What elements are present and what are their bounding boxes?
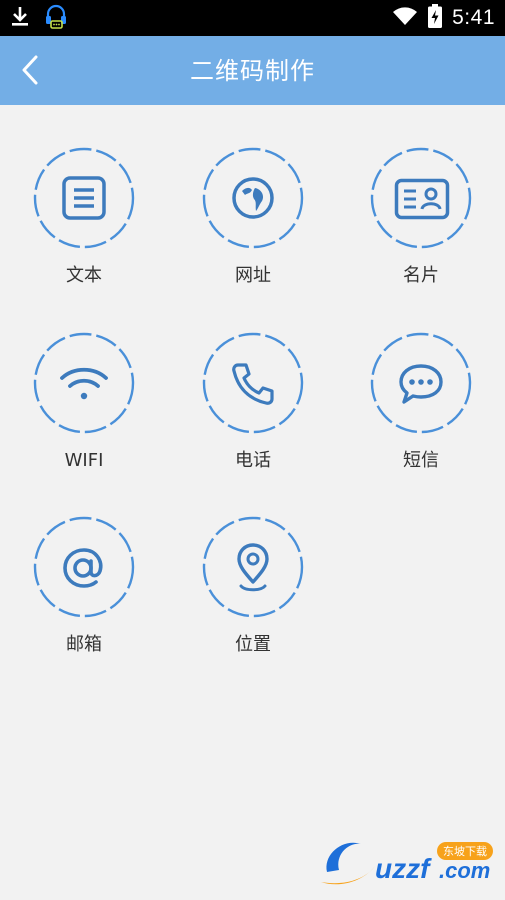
status-right: 5:41 bbox=[392, 0, 495, 36]
location-pin-icon bbox=[237, 543, 269, 592]
download-icon bbox=[10, 5, 30, 31]
text-document-icon bbox=[62, 176, 106, 220]
item-label: 邮箱 bbox=[66, 634, 102, 655]
item-label: 文本 bbox=[66, 265, 102, 286]
item-wifi[interactable]: WIFI bbox=[0, 290, 168, 471]
item-sms[interactable]: 短信 bbox=[337, 290, 505, 471]
item-location[interactable]: 位置 bbox=[169, 474, 337, 655]
title-bar: 二维码制作 bbox=[0, 36, 505, 105]
page-title: 二维码制作 bbox=[190, 57, 315, 85]
item-label: WIFI bbox=[64, 450, 104, 471]
item-label: 名片 bbox=[403, 265, 439, 286]
item-email[interactable]: 邮箱 bbox=[0, 474, 168, 655]
item-label: 网址 bbox=[235, 265, 271, 286]
status-left bbox=[10, 3, 68, 33]
status-time: 5:41 bbox=[452, 6, 495, 29]
svg-text:.com: .com bbox=[439, 858, 490, 883]
item-label: 位置 bbox=[235, 634, 271, 655]
business-card-icon bbox=[394, 178, 450, 220]
at-sign-icon bbox=[63, 548, 103, 588]
item-text[interactable]: 文本 bbox=[0, 105, 168, 286]
item-url[interactable]: 网址 bbox=[169, 105, 337, 286]
item-label: 电话 bbox=[235, 450, 271, 471]
uzzf-logo: uzzf .com 东坡下载 bbox=[321, 842, 493, 885]
chat-bubble-icon bbox=[399, 364, 443, 404]
svg-text:东坡下载: 东坡下载 bbox=[443, 845, 487, 858]
watermark-logo: uzzf .com 东坡下载 bbox=[317, 832, 497, 892]
battery-charging-icon bbox=[428, 4, 443, 32]
wifi-icon bbox=[60, 367, 108, 400]
phone-icon bbox=[232, 363, 274, 405]
wifi-icon bbox=[392, 6, 418, 30]
status-bar: 5:41 bbox=[0, 0, 505, 36]
svg-text:uzzf: uzzf bbox=[375, 853, 432, 884]
item-phone[interactable]: 电话 bbox=[169, 290, 337, 471]
headset-notification-icon bbox=[44, 3, 68, 33]
item-label: 短信 bbox=[403, 450, 439, 471]
globe-icon bbox=[232, 177, 274, 219]
item-business-card[interactable]: 名片 bbox=[337, 105, 505, 286]
